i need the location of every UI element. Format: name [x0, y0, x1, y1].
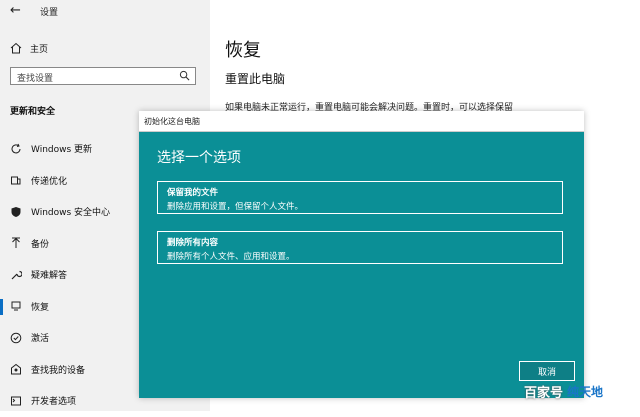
sidebar-item-label: Windows 更新 — [31, 145, 93, 156]
sidebar-item-label: 疑难解答 — [31, 271, 68, 282]
reset-pc-dialog: 初始化这台电脑 选择一个选项 保留我的文件 删除应用和设置，但保留个人文件。 删… — [139, 111, 584, 398]
home-icon — [10, 42, 22, 54]
cancel-button[interactable]: 取消 — [519, 361, 575, 381]
wrench-icon — [10, 269, 22, 281]
find-device-icon — [10, 363, 22, 375]
watermark-right: 纯天地 — [567, 385, 604, 399]
section-heading: 重置此电脑 — [225, 72, 286, 86]
sidebar-item-label: 查找我的设备 — [31, 365, 86, 376]
sidebar-item-label: 传递优化 — [31, 176, 68, 187]
title-bar: ← 设置 — [0, 0, 210, 22]
back-arrow-icon[interactable]: ← — [10, 3, 21, 18]
sync-icon — [10, 143, 22, 155]
recovery-icon — [10, 300, 22, 312]
section-title: 更新和安全 — [10, 107, 56, 117]
home-label: 主页 — [30, 44, 49, 55]
delivery-icon — [10, 174, 22, 186]
option-title: 删除所有内容 — [167, 238, 219, 248]
sidebar-item-label: Windows 安全中心 — [31, 208, 111, 219]
option-description: 删除应用和设置，但保留个人文件。 — [167, 202, 304, 212]
backup-icon — [10, 237, 22, 249]
developer-icon — [10, 395, 22, 407]
search-placeholder: 查找设置 — [17, 74, 54, 84]
dialog-titlebar: 初始化这台电脑 — [139, 111, 584, 132]
window-title: 设置 — [40, 8, 59, 18]
option-description: 删除所有个人文件、应用和设置。 — [167, 252, 295, 262]
check-circle-icon — [10, 332, 22, 344]
sidebar-item-label: 恢复 — [31, 302, 50, 313]
shield-icon — [10, 206, 22, 218]
search-icon[interactable] — [179, 70, 190, 81]
sidebar-item-label: 激活 — [31, 334, 50, 345]
option-title: 保留我的文件 — [167, 188, 219, 198]
dialog-title: 初始化这台电脑 — [144, 117, 200, 126]
keep-my-files-option[interactable]: 保留我的文件 删除应用和设置，但保留个人文件。 — [157, 181, 563, 214]
watermark-left: 百家号 — [524, 386, 564, 401]
sidebar-item-label: 备份 — [31, 239, 50, 250]
dialog-heading: 选择一个选项 — [157, 150, 241, 166]
home-link[interactable]: 主页 — [10, 40, 48, 56]
page-title: 恢复 — [225, 40, 261, 61]
search-input[interactable]: 查找设置 — [10, 67, 196, 85]
remove-everything-option[interactable]: 删除所有内容 删除所有个人文件、应用和设置。 — [157, 231, 563, 264]
sidebar-item-label: 开发者选项 — [31, 397, 77, 408]
